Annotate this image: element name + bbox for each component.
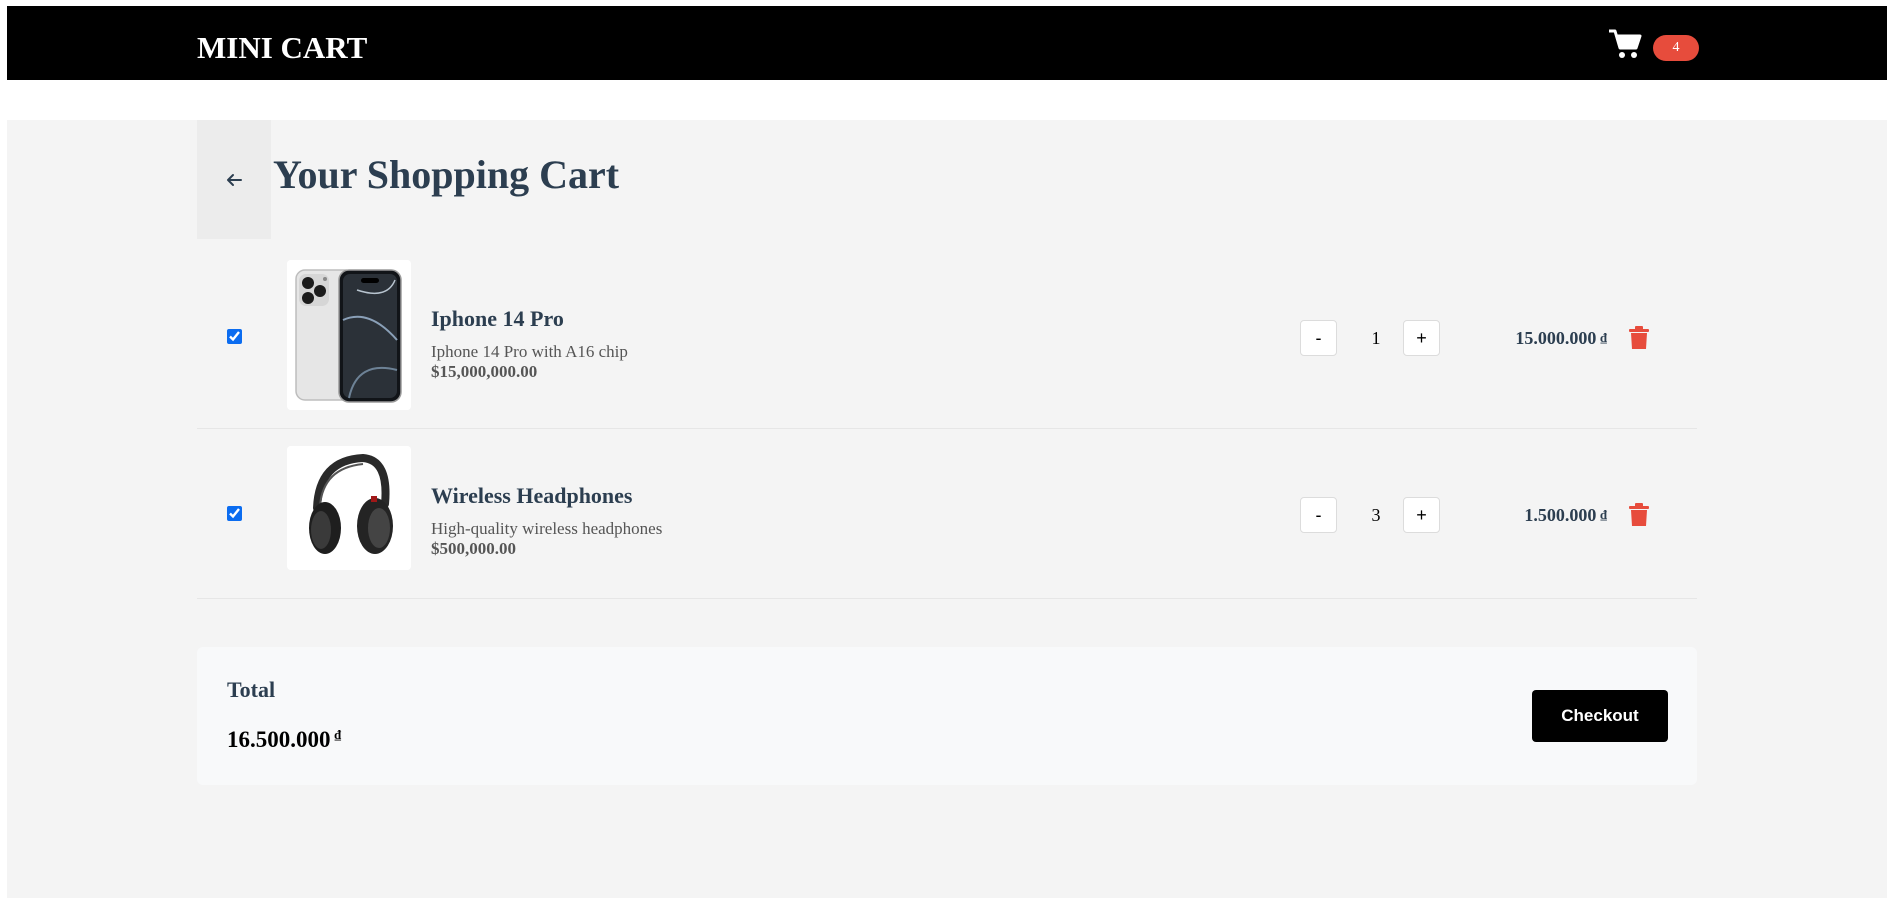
trash-icon[interactable]: [1628, 326, 1650, 350]
back-button[interactable]: [197, 120, 271, 239]
cart-item: Wireless Headphones High-quality wireles…: [197, 428, 1697, 599]
product-description: High-quality wireless headphones: [431, 519, 663, 538]
arrow-left-icon: [227, 173, 242, 186]
top-navbar: MINI CART 4: [7, 6, 1887, 80]
currency-symbol: ₫: [1600, 507, 1607, 522]
line-total: 1.500.000 ₫: [1407, 504, 1607, 526]
brand-logo[interactable]: MINI CART: [197, 30, 367, 66]
quantity-value: 1: [1371, 328, 1381, 348]
product-unit-price: $15,000,000.00: [431, 362, 538, 381]
currency-symbol: ₫: [334, 727, 342, 742]
product-name: Wireless Headphones: [431, 483, 633, 508]
trash-icon[interactable]: [1628, 503, 1650, 527]
cart-count-badge: 4: [1653, 35, 1699, 61]
headphones-image: [287, 446, 411, 570]
decrease-quantity-button[interactable]: -: [1300, 320, 1337, 356]
total-label: Total: [227, 677, 276, 702]
line-total: 15.000.000 ₫: [1407, 327, 1607, 349]
total-amount: 16.500.000: [227, 727, 331, 752]
product-image: [287, 446, 411, 570]
total-value: 16.500.000 ₫: [227, 727, 341, 753]
checkout-button[interactable]: Checkout: [1532, 690, 1668, 742]
select-item-checkbox[interactable]: [227, 506, 242, 521]
currency-symbol: ₫: [1600, 330, 1607, 345]
page-title: Your Shopping Cart: [273, 152, 620, 197]
product-image: [287, 260, 411, 410]
line-total-amount: 15.000.000: [1515, 328, 1597, 348]
cart-item: Iphone 14 Pro Iphone 14 Pro with A16 chi…: [197, 258, 1697, 427]
shopping-cart-icon[interactable]: [1607, 26, 1643, 62]
product-unit-price: $500,000.00: [431, 539, 516, 558]
phone-image: [287, 260, 411, 410]
cart-summary: Total 16.500.000 ₫ Checkout: [197, 647, 1697, 785]
line-total-amount: 1.500.000: [1524, 505, 1597, 525]
select-item-checkbox[interactable]: [227, 329, 242, 344]
decrease-quantity-button[interactable]: -: [1300, 497, 1337, 533]
quantity-value: 3: [1371, 505, 1381, 525]
product-description: Iphone 14 Pro with A16 chip: [431, 342, 628, 361]
product-name: Iphone 14 Pro: [431, 306, 564, 331]
